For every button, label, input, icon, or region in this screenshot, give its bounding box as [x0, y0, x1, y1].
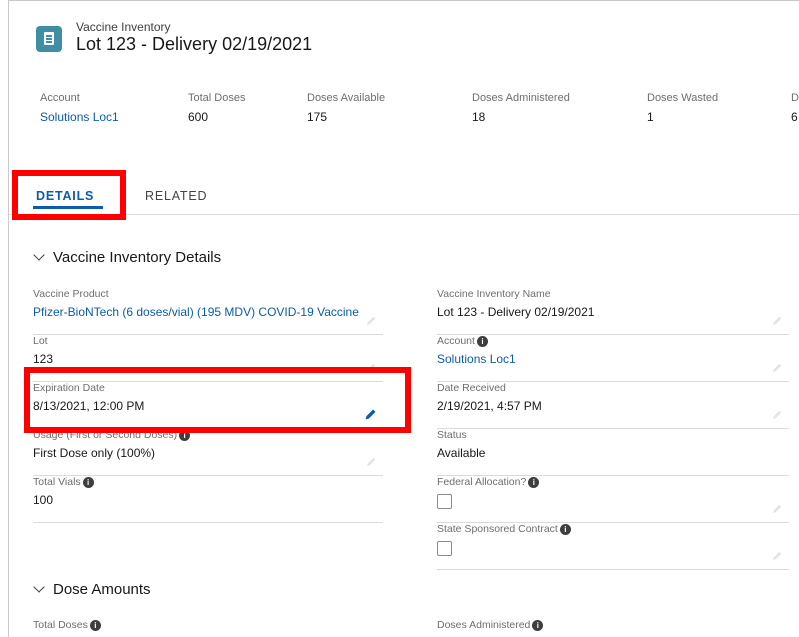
field-value: First Dose only (100%)	[33, 446, 156, 460]
highlight-account-link[interactable]: Solutions Loc1	[40, 110, 119, 124]
field-divider	[437, 569, 789, 570]
annotation-highlight-details-tab	[12, 170, 126, 220]
info-icon[interactable]: i	[476, 335, 488, 347]
field-vaccine-product: Vaccine Product Pfizer-BioNTech (6 doses…	[33, 287, 383, 335]
field-label-text: Total Vials	[33, 476, 81, 488]
field-label-text: Total Doses	[33, 619, 88, 631]
field-inventory-name: Vaccine Inventory Name Lot 123 - Deliver…	[437, 287, 789, 335]
edit-pencil-icon[interactable]	[365, 315, 377, 327]
section-header-details[interactable]: Vaccine Inventory Details	[33, 249, 221, 266]
field-value: 123	[33, 352, 54, 366]
field-label: Doses Administered i	[437, 618, 789, 632]
field-federal-allocation: Federal Allocation? i	[437, 475, 789, 523]
record-title: Lot 123 - Delivery 02/19/2021	[76, 34, 313, 54]
field-usage: Usage (First or Second Doses) i First Dos…	[33, 428, 383, 476]
account-link[interactable]: Solutions Loc1	[437, 352, 789, 366]
vaccine-inventory-icon	[36, 26, 62, 52]
highlight-label-total-doses: Total Doses	[188, 92, 246, 104]
chevron-down-icon	[33, 581, 45, 593]
highlight-label-doses-administered: Doses Administered	[472, 92, 570, 104]
state-sponsored-checkbox[interactable]	[437, 541, 452, 556]
vaccine-product-link[interactable]: Pfizer-BioNTech (6 doses/vial) (195 MDV)…	[33, 305, 383, 319]
highlight-value-truncated: 6	[791, 110, 798, 124]
tab-related[interactable]: RELATED	[145, 189, 207, 203]
info-icon[interactable]: i	[89, 619, 101, 631]
edit-pencil-icon[interactable]	[771, 550, 783, 562]
section-title-details: Vaccine Inventory Details	[53, 249, 222, 266]
field-label-text: Federal Allocation?	[437, 476, 527, 488]
field-value: 100	[33, 493, 54, 507]
field-label-text: State Sponsored Contract	[437, 523, 558, 535]
field-label: Vaccine Product	[33, 288, 109, 300]
field-label-text: Doses Administered	[437, 619, 531, 631]
frame-top-border	[8, 0, 799, 1]
edit-pencil-icon[interactable]	[771, 315, 783, 327]
field-label: Status	[437, 429, 467, 441]
field-doses-administered: Doses Administered i	[437, 618, 789, 634]
field-label: Total Vials i	[33, 475, 383, 489]
annotation-highlight-expiration-date	[24, 367, 411, 433]
highlight-total-doses: 600	[188, 110, 209, 124]
field-label: Lot	[33, 335, 48, 347]
field-label-text: Account	[437, 335, 475, 347]
field-label: Vaccine Inventory Name	[437, 288, 551, 300]
field-label: Date Received	[437, 382, 506, 394]
field-label: Federal Allocation? i	[437, 475, 789, 489]
field-value: Available	[437, 446, 486, 460]
field-total-vials: Total Vials i 100	[33, 475, 383, 523]
info-icon[interactable]: i	[559, 523, 571, 535]
highlight-label-doses-wasted: Doses Wasted	[647, 92, 719, 104]
field-label: Total Doses i	[33, 618, 383, 632]
field-value: 2/19/2021, 4:57 PM	[437, 399, 542, 413]
highlight-label-doses-available: Doses Available	[307, 92, 386, 104]
highlight-label-truncated: D	[791, 92, 799, 104]
chevron-down-icon	[33, 249, 45, 261]
field-date-received: Date Received 2/19/2021, 4:57 PM	[437, 381, 789, 429]
info-icon[interactable]: i	[532, 619, 544, 631]
highlight-label-account: Account	[40, 92, 80, 104]
field-account: Account i Solutions Loc1	[437, 334, 789, 382]
highlight-doses-administered: 18	[472, 110, 486, 124]
field-label: Account i	[437, 334, 789, 348]
edit-pencil-icon[interactable]	[771, 362, 783, 374]
section-header-dose-amounts[interactable]: Dose Amounts	[33, 581, 151, 598]
tabs-divider	[9, 214, 799, 215]
info-icon[interactable]: i	[82, 476, 94, 488]
highlight-doses-wasted: 1	[647, 110, 654, 124]
highlight-doses-available: 175	[307, 110, 328, 124]
field-divider	[33, 522, 383, 523]
frame-left-border	[8, 0, 9, 637]
field-total-doses: Total Doses i	[33, 618, 383, 634]
section-title-dose-amounts: Dose Amounts	[53, 581, 151, 598]
info-icon[interactable]: i	[528, 476, 540, 488]
federal-allocation-checkbox[interactable]	[437, 494, 452, 509]
object-type-label: Vaccine Inventory	[76, 20, 171, 34]
field-label: State Sponsored Contract i	[437, 522, 789, 536]
edit-pencil-icon[interactable]	[365, 456, 377, 468]
field-status: Status Available	[437, 428, 789, 476]
edit-pencil-icon[interactable]	[771, 409, 783, 421]
edit-pencil-icon[interactable]	[771, 503, 783, 515]
field-state-sponsored-contract: State Sponsored Contract i	[437, 522, 789, 570]
field-value: Lot 123 - Delivery 02/19/2021	[437, 305, 595, 319]
